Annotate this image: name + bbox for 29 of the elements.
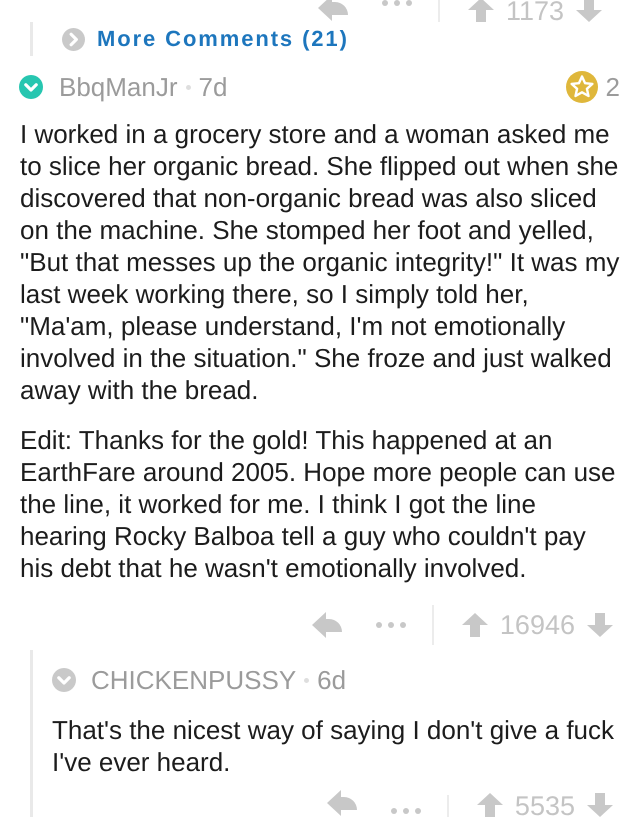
author-name[interactable]: BbqManJr bbox=[59, 72, 178, 102]
up-arrow-icon[interactable] bbox=[468, 0, 494, 22]
separator-dot-icon bbox=[304, 678, 310, 682]
author-name[interactable]: CHICKENPUSSY bbox=[91, 664, 296, 696]
comment-text: I worked in a grocery store and a woman asked me to slice her organic bread. She flipped out when she discovered that non-organic bread was also sliced on the machine. She stomped her foot and yelled, "But that messes up the organic integrity!" It was my last week working there, so I simply told her, "Ma'am, please understand, I'm not emotionally involved in the situation." She froze and just walked away with the bread. bbox=[20, 118, 620, 406]
vote-score: 5535 bbox=[514, 795, 575, 817]
award-count: 2 bbox=[606, 72, 620, 102]
vote-score: 1173 bbox=[506, 0, 564, 22]
separator-dot-icon bbox=[186, 84, 190, 90]
down-arrow-icon[interactable] bbox=[587, 793, 613, 817]
reply-icon[interactable] bbox=[312, 611, 342, 639]
down-arrow-icon[interactable] bbox=[576, 0, 602, 22]
more-icon[interactable] bbox=[382, 0, 412, 6]
more-icon[interactable] bbox=[376, 622, 406, 628]
comment-age: 7d bbox=[198, 72, 228, 102]
reply-icon[interactable] bbox=[326, 789, 357, 817]
more-icon[interactable] bbox=[390, 808, 421, 814]
comment-age: 6d bbox=[317, 664, 346, 696]
chevron-circle-icon[interactable] bbox=[52, 668, 76, 692]
down-arrow-icon[interactable] bbox=[587, 613, 613, 637]
more-comments-link[interactable]: More Comments (21) bbox=[97, 26, 349, 52]
chevron-circle-icon[interactable] bbox=[19, 75, 43, 99]
up-arrow-icon[interactable] bbox=[462, 613, 488, 637]
comment-text: Edit: Thanks for the gold! This happened at an EarthFare around 2005. Hope more people can use the line, it worked for me. I think I got the line hearing Rocky Balboa tell a guy who couldn't pay his debt that he wasn't emotionally involved. bbox=[20, 424, 616, 584]
up-arrow-icon[interactable] bbox=[476, 793, 503, 817]
vote-score: 16946 bbox=[500, 614, 575, 636]
comment-text: That's the nicest way of saying I don't give a fuck I've ever heard. bbox=[52, 714, 615, 778]
chevron-right-icon bbox=[62, 28, 85, 50]
reply-icon[interactable] bbox=[318, 0, 348, 22]
